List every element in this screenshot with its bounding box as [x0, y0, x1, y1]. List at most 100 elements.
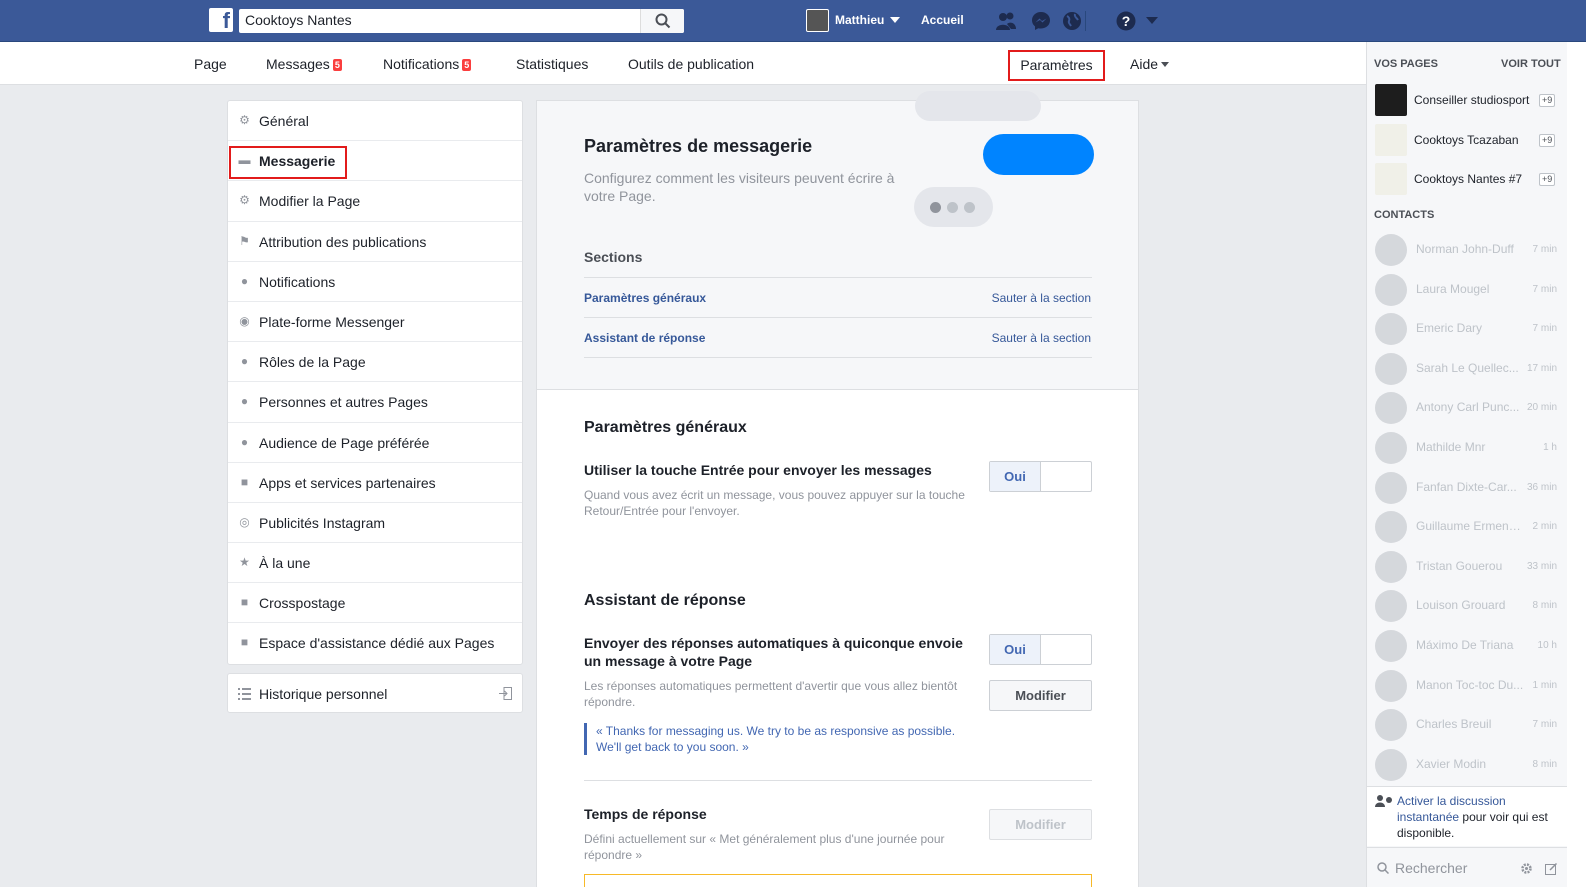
contact-item[interactable]: Tristan Gouerou 33 min — [1375, 550, 1557, 583]
contact-avatar — [1375, 511, 1407, 544]
search-button[interactable] — [640, 9, 684, 33]
sidebar-item-13[interactable]: ■ Espace d'assistance dédié aux Pages — [228, 623, 522, 663]
general-settings-title: Paramètres généraux — [584, 419, 747, 436]
enter-key-toggle-on[interactable]: Oui — [990, 462, 1041, 491]
contact-name: Manon Toc-toc Du... — [1416, 677, 1524, 692]
search-input[interactable]: Cooktoys Nantes — [239, 9, 684, 33]
history-link[interactable]: Historique personnel — [227, 673, 523, 713]
contact-name: Tristan Gouerou — [1416, 558, 1503, 573]
contact-item[interactable]: Emeric Dary 7 min — [1375, 313, 1557, 346]
sidebar-item-label: Notifications — [259, 273, 336, 290]
contact-name: Louison Grouard — [1416, 598, 1506, 613]
contact-name: Xavier Modin — [1416, 756, 1487, 771]
divider — [584, 277, 1092, 278]
contact-item[interactable]: Antony Carl Punc... 20 min — [1375, 392, 1557, 425]
section-link-assistant[interactable]: Assistant de réponse — [584, 331, 705, 345]
auto-reply-toggle[interactable]: Oui — [989, 634, 1092, 665]
your-page-item[interactable]: Conseiller studiosport +9 — [1375, 84, 1565, 116]
globe-icon[interactable] — [1062, 11, 1082, 31]
sidebar-item-3[interactable]: ⚑ Attribution des publications — [228, 222, 522, 262]
new-message-icon[interactable] — [1545, 862, 1558, 875]
auto-reply-setting-label: Envoyer des réponses automatiques à quic… — [584, 635, 963, 669]
contact-item[interactable]: Guillaume Ermena... 2 min — [1375, 511, 1557, 544]
your-page-item[interactable]: Cooktoys Nantes #7 +9 — [1375, 163, 1565, 195]
contact-name: Fanfan Dixte-Car... — [1416, 479, 1517, 494]
contact-name: Máximo De Triana — [1416, 638, 1514, 652]
sidebar-item-12[interactable]: ■ Crosspostage — [228, 583, 522, 624]
auto-reply-modify-button[interactable]: Modifier — [989, 680, 1092, 711]
contact-item[interactable]: Sarah Le Quellec... 17 min — [1375, 352, 1557, 385]
contact-item[interactable]: Manon Toc-toc Du... 1 min — [1375, 669, 1557, 702]
jump-to-section-assistant[interactable]: Sauter à la section — [992, 331, 1091, 345]
settings-chevron-down-icon[interactable] — [1146, 17, 1158, 24]
nav-statistics[interactable]: Statistiques — [516, 56, 588, 72]
activate-chat-box: Activer la discussion instantanée pour v… — [1367, 786, 1567, 846]
nav-page[interactable]: Page — [194, 56, 227, 72]
contact-item[interactable]: Norman John-Duff 7 min — [1375, 234, 1557, 266]
messaging-settings-panel: Paramètres de messagerie Configurez comm… — [536, 91, 1139, 887]
contact-item[interactable]: Louison Grouard 8 min — [1375, 590, 1557, 623]
messenger-icon[interactable] — [1031, 11, 1051, 31]
sidebar-item-5[interactable]: ◉ Plate-forme Messenger — [228, 302, 522, 343]
gear-icon[interactable] — [1520, 862, 1533, 875]
contact-item[interactable]: Laura Mougel 7 min — [1375, 273, 1557, 306]
contact-name: Norman John-Duff — [1416, 242, 1514, 256]
nav-messages[interactable]: Messages 5 — [266, 56, 342, 72]
contact-item[interactable]: Mathilde Mnr 1 h — [1375, 432, 1557, 464]
nav-help[interactable]: Aide — [1130, 56, 1170, 72]
contact-item[interactable]: Xavier Modin 8 min — [1375, 748, 1557, 781]
contact-name: Sarah Le Quellec... — [1416, 360, 1519, 375]
contact-last-active: 33 min — [1526, 560, 1557, 572]
typing-bubble-illustration — [914, 187, 993, 227]
contact-last-active: 7 min — [1532, 719, 1557, 731]
contact-last-active: 7 min — [1532, 323, 1557, 335]
chat-bubble-illustration — [915, 91, 1041, 121]
contact-item[interactable]: Máximo De Triana 10 h — [1375, 630, 1557, 662]
see-all-link[interactable]: VOIR TOUT — [1501, 58, 1561, 70]
export-icon[interactable] — [499, 687, 512, 700]
divider — [584, 317, 1092, 318]
contact-avatar — [1375, 748, 1407, 781]
sidebar-item-2[interactable]: ⚙ Modifier la Page — [228, 181, 522, 222]
response-time-modify-button[interactable]: Modifier — [989, 809, 1092, 840]
auto-reply-toggle-on[interactable]: Oui — [990, 635, 1041, 664]
contacts-heading: CONTACTS — [1374, 209, 1435, 221]
contact-item[interactable]: Fanfan Dixte-Car... 36 min — [1375, 471, 1557, 504]
sidebar-item-6[interactable]: ● Rôles de la Page — [228, 342, 522, 383]
sidebar-item-0[interactable]: ⚙ Général — [228, 101, 522, 142]
contact-name: Laura Mougel — [1416, 281, 1490, 296]
user-avatar[interactable] — [806, 9, 829, 32]
contact-last-active: 17 min — [1526, 362, 1557, 374]
user-name-link[interactable]: Matthieu — [835, 13, 884, 27]
contact-item[interactable]: Charles Breuil 7 min — [1375, 709, 1557, 742]
sidebar-item-label: Audience de Page préférée — [259, 434, 430, 451]
section-link-general[interactable]: Paramètres généraux — [584, 291, 706, 305]
response-assistant-title: Assistant de réponse — [584, 592, 746, 609]
nav-notifications[interactable]: Notifications 5 — [383, 56, 472, 72]
messagerie-highlight-box — [229, 146, 347, 179]
star-icon: ★ — [239, 555, 250, 570]
nav-publishing-tools[interactable]: Outils de publication — [628, 56, 754, 72]
sidebar-item-10[interactable]: ◎ Publicités Instagram — [228, 503, 522, 544]
user-chevron-down-icon[interactable] — [890, 17, 900, 23]
contact-avatar — [1375, 669, 1407, 702]
jump-to-section-general[interactable]: Sauter à la section — [992, 291, 1091, 305]
friends-icon[interactable] — [995, 11, 1017, 31]
sidebar-item-9[interactable]: ■ Apps et services partenaires — [228, 463, 522, 503]
contact-name: Charles Breuil — [1416, 717, 1492, 732]
sections-title: Sections — [584, 249, 643, 265]
facebook-logo-icon[interactable]: f — [209, 8, 233, 33]
sidebar-item-11[interactable]: ★ À la une — [228, 543, 522, 584]
sidebar-item-4[interactable]: ● Notifications — [228, 262, 522, 302]
page-avatar — [1375, 84, 1407, 116]
nav-settings[interactable]: Paramètres — [1008, 50, 1105, 81]
sidebar-item-8[interactable]: ● Audience de Page préférée — [228, 423, 522, 463]
home-link[interactable]: Accueil — [921, 13, 964, 27]
your-page-item[interactable]: Cooktoys Tcazaban +9 — [1375, 123, 1565, 156]
sidebar-item-7[interactable]: ● Personnes et autres Pages — [228, 382, 522, 423]
enter-key-toggle[interactable]: Oui — [989, 461, 1092, 492]
help-icon[interactable]: ? — [1116, 11, 1136, 31]
chat-search-input[interactable]: Rechercher — [1367, 847, 1567, 887]
search-value[interactable]: Cooktoys Nantes — [245, 12, 352, 28]
box-icon: ■ — [240, 474, 249, 489]
